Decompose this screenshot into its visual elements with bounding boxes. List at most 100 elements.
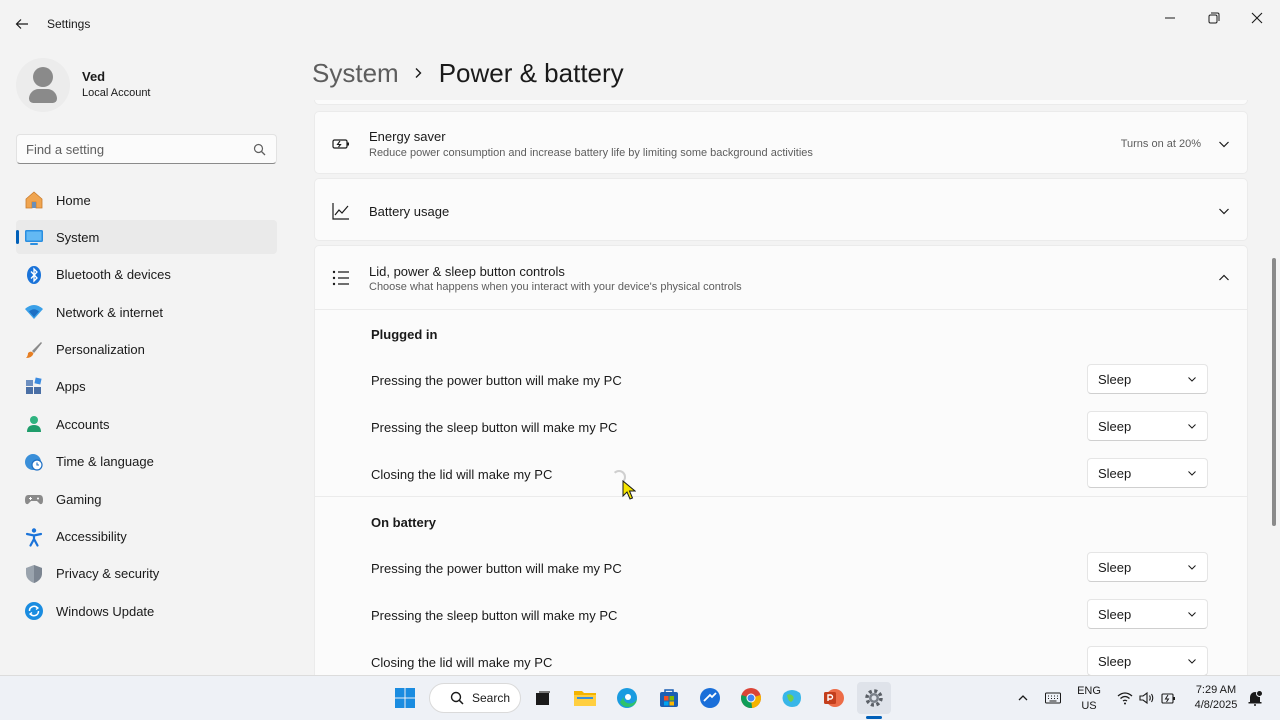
sidebar-item-system[interactable]: System xyxy=(16,220,277,255)
apps-icon xyxy=(26,377,42,394)
battery-usage-card[interactable]: Battery usage xyxy=(314,178,1248,241)
accounts-icon xyxy=(27,416,41,433)
dropdown-value: Sleep xyxy=(1098,465,1132,481)
breadcrumb-parent-link[interactable]: System xyxy=(312,58,399,89)
setting-label: Pressing the power button will make my P… xyxy=(371,561,622,576)
minimize-button[interactable] xyxy=(1148,6,1192,30)
setting-label: Pressing the sleep button will make my P… xyxy=(371,608,618,623)
on-battery-heading: On battery xyxy=(371,515,437,530)
powerpoint-icon xyxy=(824,689,844,707)
main-scrollbar[interactable] xyxy=(1272,258,1276,526)
chevron-up-icon[interactable] xyxy=(1217,271,1231,285)
wifi-icon[interactable] xyxy=(1116,689,1134,707)
user-profile[interactable]: Ved Local Account xyxy=(16,58,286,116)
setting-label: Closing the lid will make my PC xyxy=(371,467,553,482)
home-icon xyxy=(25,191,43,209)
language-code: ENG xyxy=(1077,685,1101,697)
chevron-down-icon[interactable] xyxy=(1217,137,1231,151)
show-hidden-icons-chevron-icon[interactable] xyxy=(1014,689,1032,707)
chevron-down-icon xyxy=(1188,377,1196,382)
sidebar-item-label: Privacy & security xyxy=(56,566,160,582)
plugged-in-sleep-button-dropdown[interactable]: Sleep xyxy=(1087,411,1208,441)
setting-label: Closing the lid will make my PC xyxy=(371,655,553,670)
volume-icon[interactable] xyxy=(1138,689,1156,707)
chevron-down-icon xyxy=(1188,471,1196,476)
previous-settings-card xyxy=(314,100,1248,105)
sidebar-item-label: Accounts xyxy=(56,416,110,432)
update-icon xyxy=(25,602,43,621)
plugged-in-lid-dropdown[interactable]: Sleep xyxy=(1087,458,1208,488)
profile-account-type: Local Account xyxy=(82,87,151,99)
settings-app-button[interactable] xyxy=(857,682,891,714)
sidebar-item-apps[interactable]: Apps xyxy=(16,370,277,404)
notifications-icon[interactable] xyxy=(1246,689,1264,707)
folder-icon xyxy=(574,691,596,706)
back-button[interactable] xyxy=(10,12,34,36)
gear-icon xyxy=(865,689,883,707)
on-battery-sleep-button-dropdown[interactable]: Sleep xyxy=(1087,599,1208,629)
system-icon xyxy=(25,230,43,246)
search-box xyxy=(16,134,277,164)
divider xyxy=(315,309,1247,310)
clock[interactable]: 7:29 AM 4/8/2025 xyxy=(1188,683,1244,713)
taskbar-search-label: Search xyxy=(472,691,511,705)
sidebar-item-home[interactable]: Home xyxy=(16,183,277,217)
network-icon xyxy=(25,305,43,320)
sidebar-item-gaming[interactable]: Gaming xyxy=(16,482,277,516)
accessibility-icon xyxy=(25,527,43,547)
sidebar-item-privacy-security[interactable]: Privacy & security xyxy=(16,557,277,591)
dropdown-value: Sleep xyxy=(1098,418,1132,434)
sidebar-item-network[interactable]: Network & internet xyxy=(16,295,277,329)
sidebar-item-accounts[interactable]: Accounts xyxy=(16,407,277,441)
chrome-button[interactable] xyxy=(734,682,768,714)
app-button-globe[interactable] xyxy=(775,682,809,714)
taskbar-search[interactable]: Search xyxy=(429,683,521,713)
sidebar-item-time-language[interactable]: Time & language xyxy=(16,445,277,479)
search-icon[interactable] xyxy=(253,143,266,156)
chevron-down-icon xyxy=(1188,612,1196,617)
file-explorer-button[interactable] xyxy=(568,682,602,714)
gamepad-icon xyxy=(25,495,43,505)
on-battery-lid-dropdown[interactable]: Sleep xyxy=(1087,646,1208,675)
sidebar-item-label: Windows Update xyxy=(56,603,155,619)
sidebar-item-windows-update[interactable]: Windows Update xyxy=(16,594,277,628)
store-button[interactable] xyxy=(652,682,686,714)
sidebar-item-label: Accessibility xyxy=(56,529,127,545)
energy-saver-card[interactable]: Energy saver Reduce power consumption an… xyxy=(314,111,1248,174)
edge-button[interactable] xyxy=(610,682,644,714)
powerpoint-button[interactable] xyxy=(816,682,850,714)
start-button[interactable] xyxy=(388,682,422,714)
dropdown-value: Sleep xyxy=(1098,371,1132,387)
brush-icon xyxy=(26,341,42,358)
restore-button[interactable] xyxy=(1192,6,1236,30)
plugged-in-heading: Plugged in xyxy=(371,327,438,342)
on-battery-power-button-dropdown[interactable]: Sleep xyxy=(1087,552,1208,582)
setting-label: Pressing the power button will make my P… xyxy=(371,373,622,388)
sidebar-item-personalization[interactable]: Personalization xyxy=(16,333,277,367)
sidebar-item-bluetooth[interactable]: Bluetooth & devices xyxy=(16,258,277,292)
region-code: US xyxy=(1081,700,1097,712)
chrome-icon xyxy=(741,688,761,709)
battery-charging-icon[interactable] xyxy=(1160,689,1178,707)
chevron-down-icon[interactable] xyxy=(1217,204,1231,218)
search-icon xyxy=(450,691,464,705)
plugged-in-power-button-dropdown[interactable]: Sleep xyxy=(1087,364,1208,394)
dropdown-value: Sleep xyxy=(1098,559,1132,575)
windows-logo-icon xyxy=(395,688,415,708)
lid-controls-header[interactable]: Lid, power & sleep button controls Choos… xyxy=(315,246,1247,309)
lid-controls-card: Lid, power & sleep button controls Choos… xyxy=(314,245,1248,675)
search-input[interactable] xyxy=(17,135,237,163)
chevron-down-icon xyxy=(1188,659,1196,664)
main-content: Energy saver Reduce power consumption an… xyxy=(312,100,1252,675)
close-icon xyxy=(1251,12,1263,24)
close-button[interactable] xyxy=(1235,6,1279,30)
app-button[interactable] xyxy=(693,682,727,714)
language-indicator[interactable]: ENG US xyxy=(1074,684,1104,714)
breadcrumb-chevron-icon xyxy=(413,67,425,79)
sidebar-nav: Home System Bluetooth & devices Network … xyxy=(16,183,277,632)
sidebar-item-label: System xyxy=(56,229,100,245)
sidebar-item-accessibility[interactable]: Accessibility xyxy=(16,520,277,554)
task-view-button[interactable] xyxy=(526,682,560,714)
globe-app-icon xyxy=(782,690,801,707)
keyboard-icon[interactable] xyxy=(1044,689,1062,707)
